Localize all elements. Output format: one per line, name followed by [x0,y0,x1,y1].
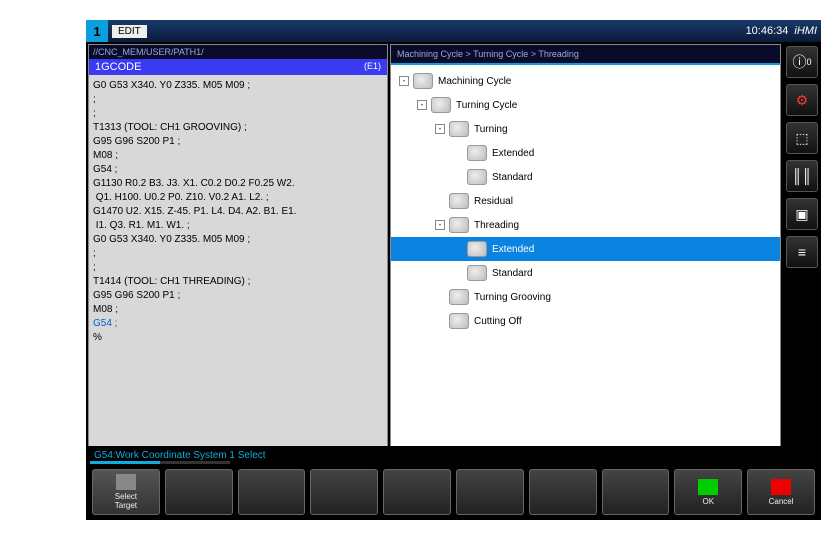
cycle-icon [449,193,469,209]
status-text: G54:Work Coordinate System 1 Select [94,450,266,461]
cycle-icon [467,265,487,281]
mode-badge: EDIT [112,25,147,38]
tree-item[interactable]: Turning Grooving [391,285,780,309]
tree-label: Threading [474,220,519,231]
breadcrumb: Machining Cycle > Turning Cycle > Thread… [391,45,780,65]
sidebar: ⓘ0 ⚙ ⬚ ║║ ▣ ≡ [783,42,821,460]
cycle-tree[interactable]: - Machining Cycle - Turning Cycle - Turning Ex… [391,65,780,457]
edit-ref: (E1) [364,61,381,73]
cycle-icon [467,145,487,161]
tree-toggle[interactable]: - [417,100,427,110]
softkey-bar: Select Target OK Cancel [86,464,821,520]
list-button[interactable]: ≡ [786,236,818,268]
tree-item[interactable]: Extended [391,141,780,165]
tree-item[interactable]: - Machining Cycle [391,69,780,93]
select-target-icon [116,474,136,490]
app-frame: 1 EDIT 10:46:34 iHMI //CNC_MEM/USER/PATH… [86,20,821,520]
gcode-panel: //CNC_MEM/USER/PATH1/ 1 GCODE (E1) G0 G5… [88,44,388,458]
parts-button[interactable]: ▣ [786,198,818,230]
cancel-button[interactable]: Cancel [747,469,815,515]
cycle-icon [449,217,469,233]
tree-label: Extended [492,244,534,255]
package-button[interactable]: ⬚ [786,122,818,154]
tree-label: Turning Cycle [456,100,517,111]
tools-button[interactable]: ║║ [786,160,818,192]
select-target-button[interactable]: Select Target [92,469,160,515]
settings-button[interactable]: ⚙ [786,84,818,116]
softkey-4[interactable] [310,469,378,515]
info-button[interactable]: ⓘ0 [786,46,818,78]
cycle-icon [449,121,469,137]
tree-item[interactable]: - Turning Cycle [391,93,780,117]
path-number: 1 [86,20,108,42]
softkey-8[interactable] [602,469,670,515]
softkey-6[interactable] [456,469,524,515]
softkey-7[interactable] [529,469,597,515]
gcode-header: 1 GCODE (E1) [89,59,387,75]
tree-toggle[interactable]: - [435,124,445,134]
tree-toggle[interactable]: - [435,220,445,230]
gcode-tail: % [93,332,102,343]
tree-label: Turning Grooving [474,292,551,303]
main-area: //CNC_MEM/USER/PATH1/ 1 GCODE (E1) G0 G5… [86,42,783,460]
tree-label: Machining Cycle [438,76,511,87]
top-bar: 1 EDIT 10:46:34 iHMI [86,20,821,42]
gcode-text: G0 G53 X340. Y0 Z335. M05 M09 ; ; ; T131… [93,80,296,315]
brand-logo: iHMI [794,25,817,37]
program-name: GCODE [101,61,141,73]
cycle-icon [449,289,469,305]
ok-icon [698,479,718,495]
gcode-current-line: G54 ; [93,318,117,329]
tree-label: Extended [492,148,534,159]
tree-item[interactable]: Cutting Off [391,309,780,333]
cycle-icon [413,73,433,89]
tree-item[interactable]: Standard [391,261,780,285]
tree-item[interactable]: - Turning [391,117,780,141]
tree-label: Cutting Off [474,316,522,327]
tree-label: Residual [474,196,513,207]
tree-toggle[interactable]: - [399,76,409,86]
cycle-icon [431,97,451,113]
tree-item[interactable]: Extended [391,237,780,261]
ok-button[interactable]: OK [674,469,742,515]
clock: 10:46:34 [746,25,789,37]
tree-label: Turning [474,124,508,135]
tree-item[interactable]: Standard [391,165,780,189]
program-path-header: //CNC_MEM/USER/PATH1/ [89,45,387,59]
cycle-icon [467,241,487,257]
status-line: G54:Work Coordinate System 1 Select [86,446,783,464]
cycle-panel: Machining Cycle > Turning Cycle > Thread… [390,44,781,458]
tree-item[interactable]: - Threading [391,213,780,237]
softkey-5[interactable] [383,469,451,515]
program-path: //CNC_MEM/USER/PATH1/ [93,47,204,57]
tree-label: Standard [492,268,533,279]
cancel-icon [771,479,791,495]
tree-item[interactable]: Residual [391,189,780,213]
cycle-icon [449,313,469,329]
softkey-3[interactable] [238,469,306,515]
cycle-icon [467,169,487,185]
tree-label: Standard [492,172,533,183]
softkey-2[interactable] [165,469,233,515]
gcode-editor[interactable]: G0 G53 X340. Y0 Z335. M05 M09 ; ; ; T131… [89,75,387,457]
